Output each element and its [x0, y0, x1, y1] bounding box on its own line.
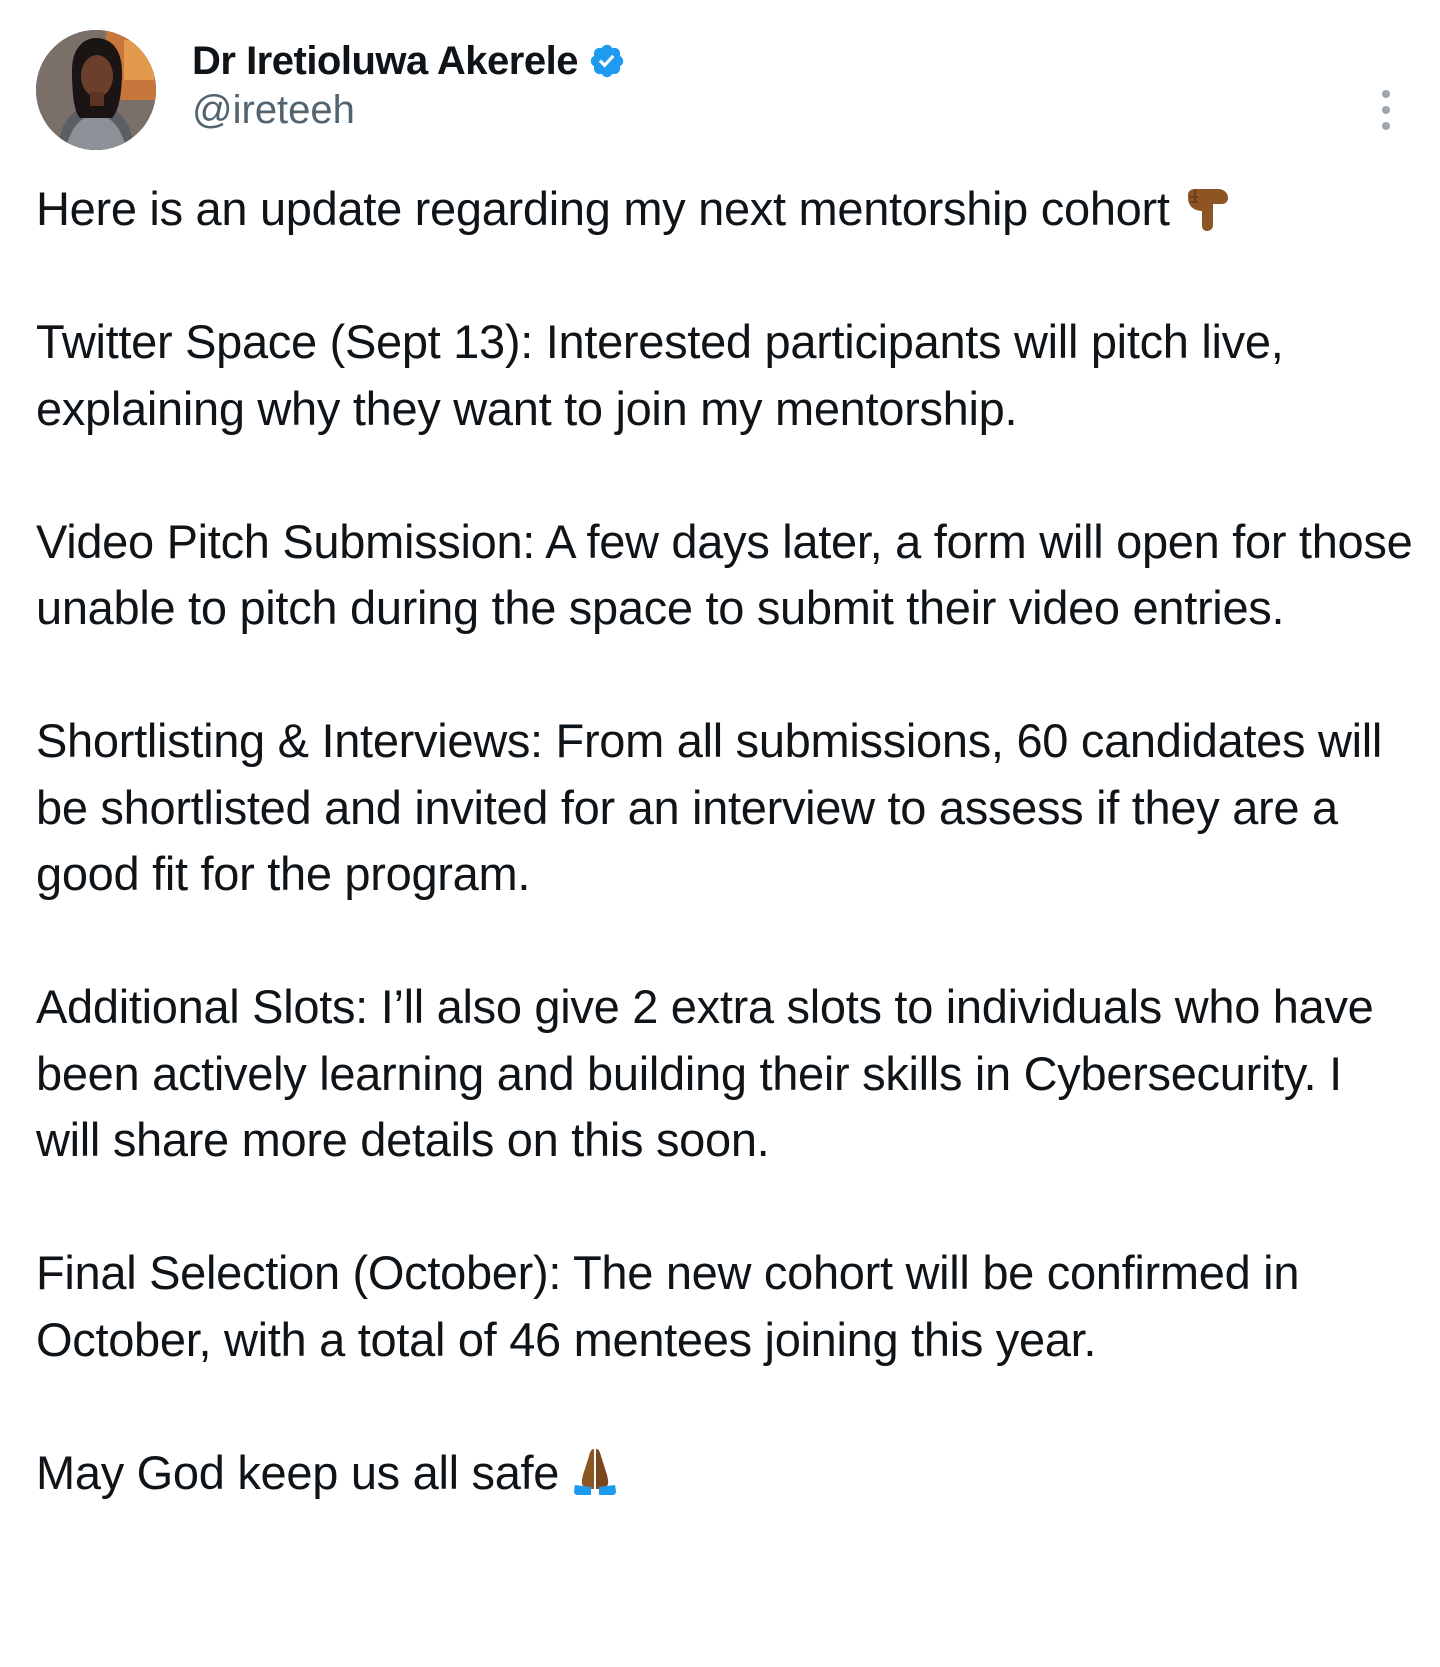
tweet-paragraph-final-selection: Final Selection (October): The new cohor…	[36, 1246, 1300, 1366]
tweet-paragraph-video-pitch: Video Pitch Submission: A few days later…	[36, 514, 1413, 635]
verified-badge-icon	[588, 42, 626, 80]
avatar-image	[36, 30, 156, 150]
intro-text: Here is an update regarding my next ment…	[36, 182, 1170, 235]
tweet-card: Dr Iretioluwa Akerele @ireteeh Here is a…	[0, 0, 1440, 1667]
tweet-paragraph-additional-slots: Additional Slots: I’ll also give 2 extra…	[36, 980, 1374, 1166]
author-handle[interactable]: @ireteeh	[192, 88, 355, 133]
tweet-paragraph-intro: Here is an update regarding my next ment…	[36, 176, 1416, 243]
closing-text: May God keep us all safe	[36, 1445, 560, 1499]
backhand-index-pointing-down-icon	[1182, 181, 1230, 233]
tweet-paragraph-twitter-space: Twitter Space (Sept 13): Interested part…	[36, 315, 1284, 435]
tweet-paragraph-shortlisting: Shortlisting & Interviews: From all subm…	[36, 714, 1383, 900]
tweet-paragraph-closing: May God keep us all safe	[36, 1440, 1416, 1507]
author-name-row: Dr Iretioluwa Akerele	[192, 36, 626, 86]
folded-hands-icon	[571, 1445, 619, 1497]
tweet-text: Here is an update regarding my next ment…	[36, 176, 1416, 1506]
avatar[interactable]	[36, 30, 156, 150]
more-options-icon[interactable]	[1376, 90, 1396, 130]
author-display-name[interactable]: Dr Iretioluwa Akerele	[192, 39, 578, 84]
tweet-header: Dr Iretioluwa Akerele @ireteeh	[36, 30, 1404, 150]
